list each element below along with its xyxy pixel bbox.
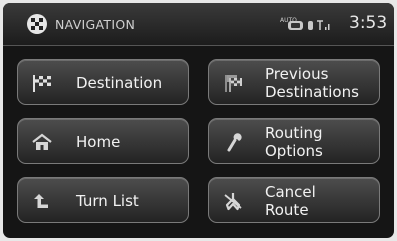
cancel-route-label: Cancel Route	[265, 183, 316, 219]
routing-options-label: Routing Options	[265, 124, 323, 160]
house-icon	[32, 133, 52, 150]
wrench-icon	[227, 133, 242, 152]
screen-title: NAVIGATION	[55, 17, 136, 32]
signal-strength-icon	[317, 20, 330, 30]
clock: 3:53	[349, 13, 388, 33]
turn-list-button[interactable]: Turn List	[17, 177, 189, 223]
previous-destinations-button[interactable]: Previous Destinations	[208, 59, 380, 105]
home-label: Home	[76, 133, 121, 151]
destination-label: Destination	[76, 74, 163, 92]
stacked-flags-icon	[225, 75, 242, 92]
phone-connection-icon	[288, 21, 303, 30]
header-bar: NAVIGATION AUTO 3:53	[3, 3, 394, 46]
home-button[interactable]: Home	[17, 118, 189, 164]
navigation-menu-icon	[27, 14, 47, 34]
previous-destinations-label: Previous Destinations	[265, 65, 359, 101]
checkered-flag-icon	[33, 75, 51, 92]
cancel-route-icon	[224, 193, 242, 211]
turn-arrow-icon	[34, 194, 48, 208]
destination-button[interactable]: Destination	[17, 59, 189, 105]
navigation-screen: NAVIGATION AUTO 3:53 Destination	[3, 3, 394, 238]
cancel-route-button[interactable]: Cancel Route	[208, 177, 380, 223]
routing-options-button[interactable]: Routing Options	[208, 118, 380, 164]
turn-list-label: Turn List	[76, 192, 139, 210]
battery-icon	[308, 21, 313, 30]
status-indicators: AUTO	[280, 17, 344, 33]
